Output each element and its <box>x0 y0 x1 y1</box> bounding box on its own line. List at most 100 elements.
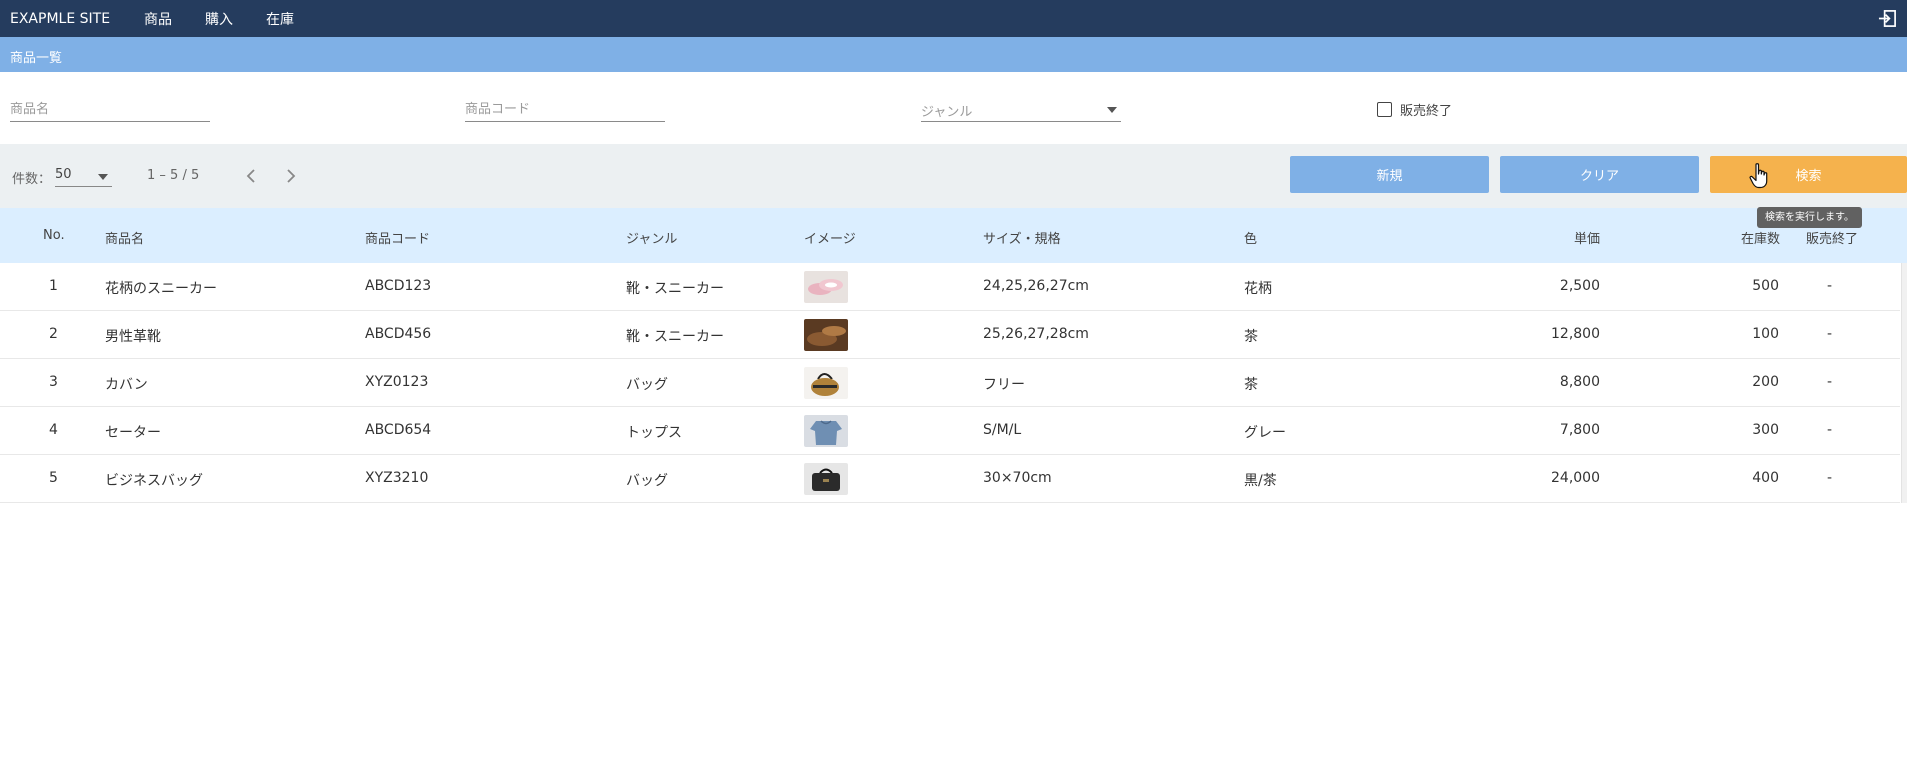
cell-price: 7,800 <box>1559 422 1600 438</box>
cell-stock: 500 <box>1752 278 1779 294</box>
table-row[interactable]: 3 カバン XYZ0123 バッグ フリー 茶 8,800 200 - <box>0 359 1900 407</box>
top-navbar: EXAPMLE SITE 商品 購入 在庫 <box>0 0 1907 37</box>
table-row[interactable]: 2 男性革靴 ABCD456 靴・スニーカー 25,26,27,28cm 茶 1… <box>0 311 1900 359</box>
discontinued-checkbox[interactable] <box>1377 102 1392 117</box>
page-title: 商品一覧 <box>10 51 63 66</box>
cell-color: 花柄 <box>1244 281 1272 297</box>
cell-name: 男性革靴 <box>105 329 161 345</box>
column-header-code[interactable]: 商品コード <box>365 228 430 247</box>
table-row[interactable]: 4 セーター ABCD654 トップス S/M/L グレー 7,800 300 … <box>0 407 1900 455</box>
search-button[interactable]: 検索 <box>1710 156 1907 193</box>
cell-genre: トップス <box>626 425 682 441</box>
dropdown-caret-icon <box>1107 107 1117 113</box>
cell-stock: 100 <box>1752 326 1779 342</box>
perpage-value: 50 <box>55 167 72 182</box>
nav-item-purchase[interactable]: 購入 <box>205 9 233 29</box>
product-image-sweater <box>804 415 848 447</box>
cell-size: フリー <box>983 377 1025 393</box>
clear-button[interactable]: クリア <box>1500 156 1699 193</box>
cell-discontinued: - <box>1827 374 1833 390</box>
column-header-no[interactable]: No. <box>43 228 65 243</box>
cell-no: 3 <box>49 374 58 390</box>
cell-name: 花柄のスニーカー <box>105 281 217 297</box>
nav-item-products[interactable]: 商品 <box>144 9 172 29</box>
hand-cursor-icon <box>1749 163 1768 189</box>
cell-discontinued: - <box>1827 422 1833 438</box>
cell-code: XYZ0123 <box>365 374 429 390</box>
column-header-stock[interactable]: 在庫数 <box>1741 228 1780 247</box>
cell-discontinued: - <box>1827 326 1833 342</box>
chevron-right-icon[interactable] <box>276 161 306 191</box>
cell-stock: 300 <box>1752 422 1779 438</box>
cell-stock: 200 <box>1752 374 1779 390</box>
site-brand[interactable]: EXAPMLE SITE <box>10 11 110 27</box>
cell-no: 1 <box>49 278 58 294</box>
product-image-leather-shoes <box>804 319 848 351</box>
product-code-input[interactable] <box>465 98 665 121</box>
cell-no: 5 <box>49 470 58 486</box>
cell-discontinued: - <box>1827 470 1833 486</box>
cell-code: ABCD456 <box>365 326 432 342</box>
product-name-input[interactable] <box>10 98 210 121</box>
cell-genre: 靴・スニーカー <box>626 329 724 345</box>
cell-code: ABCD654 <box>365 422 432 438</box>
product-code-field <box>465 98 665 122</box>
cell-size: S/M/L <box>983 422 1022 438</box>
product-table-body: 1 花柄のスニーカー ABCD123 靴・スニーカー 24,25,26,27cm… <box>0 263 1900 503</box>
table-row[interactable]: 1 花柄のスニーカー ABCD123 靴・スニーカー 24,25,26,27cm… <box>0 263 1900 311</box>
discontinued-checkbox-label: 販売終了 <box>1400 104 1453 119</box>
column-header-size[interactable]: サイズ・規格 <box>983 228 1061 247</box>
search-form: ジャンル 販売終了 <box>0 72 1907 144</box>
cell-price: 2,500 <box>1559 278 1600 294</box>
table-row[interactable]: 5 ビジネスバッグ XYZ3210 バッグ 30×70cm 黒/茶 24,000… <box>0 455 1900 503</box>
list-toolbar: 件数： 50 1 – 5 / 5 新規 クリア 検索 <box>0 144 1907 208</box>
cell-stock: 400 <box>1752 470 1779 486</box>
cell-genre: バッグ <box>626 473 668 489</box>
perpage-select[interactable]: 50 <box>55 165 112 187</box>
cell-name: カバン <box>105 377 148 393</box>
logout-icon[interactable] <box>1878 9 1897 28</box>
product-image-sneaker <box>804 271 848 303</box>
discontinued-filter[interactable]: 販売終了 <box>1377 100 1452 119</box>
cell-genre: バッグ <box>626 377 668 393</box>
cell-color: グレー <box>1244 425 1286 441</box>
column-header-name[interactable]: 商品名 <box>105 228 144 247</box>
cell-no: 4 <box>49 422 58 438</box>
product-name-field <box>10 98 210 122</box>
cell-size: 24,25,26,27cm <box>983 278 1089 294</box>
cell-price: 24,000 <box>1551 470 1600 486</box>
nav-item-inventory[interactable]: 在庫 <box>266 9 294 29</box>
cell-code: XYZ3210 <box>365 470 429 486</box>
table-header: No. 商品名 商品コード ジャンル イメージ サイズ・規格 色 単価 在庫数 … <box>0 208 1907 263</box>
product-image-bag <box>804 367 848 399</box>
dropdown-caret-icon <box>98 174 108 180</box>
cell-price: 8,800 <box>1559 374 1600 390</box>
column-header-discontinued[interactable]: 販売終了 <box>1806 228 1858 247</box>
cell-name: セーター <box>105 425 161 441</box>
cell-genre: 靴・スニーカー <box>626 281 724 297</box>
column-header-genre[interactable]: ジャンル <box>626 228 677 247</box>
product-image-business-bag <box>804 463 848 495</box>
cell-size: 30×70cm <box>983 470 1052 486</box>
table-scrollbar[interactable] <box>1901 263 1907 503</box>
page-title-bar: 商品一覧 <box>0 37 1907 72</box>
cell-color: 黒/茶 <box>1244 473 1277 489</box>
cell-code: ABCD123 <box>365 278 432 294</box>
cell-color: 茶 <box>1244 377 1258 393</box>
new-button[interactable]: 新規 <box>1290 156 1489 193</box>
cell-discontinued: - <box>1827 278 1833 294</box>
cell-no: 2 <box>49 326 58 342</box>
genre-select-placeholder: ジャンル <box>921 105 973 120</box>
cell-size: 25,26,27,28cm <box>983 326 1089 342</box>
perpage-label: 件数： <box>12 172 52 187</box>
search-button-tooltip: 検索を実行します。 <box>1757 207 1862 228</box>
cell-color: 茶 <box>1244 329 1258 345</box>
chevron-left-icon[interactable] <box>236 161 266 191</box>
cell-price: 12,800 <box>1551 326 1600 342</box>
column-header-color[interactable]: 色 <box>1244 228 1257 247</box>
column-header-image: イメージ <box>804 232 856 247</box>
cell-name: ビジネスバッグ <box>105 473 203 489</box>
column-header-price[interactable]: 単価 <box>1574 228 1600 247</box>
pagination-range: 1 – 5 / 5 <box>147 168 200 183</box>
genre-select[interactable]: ジャンル <box>921 98 1121 122</box>
